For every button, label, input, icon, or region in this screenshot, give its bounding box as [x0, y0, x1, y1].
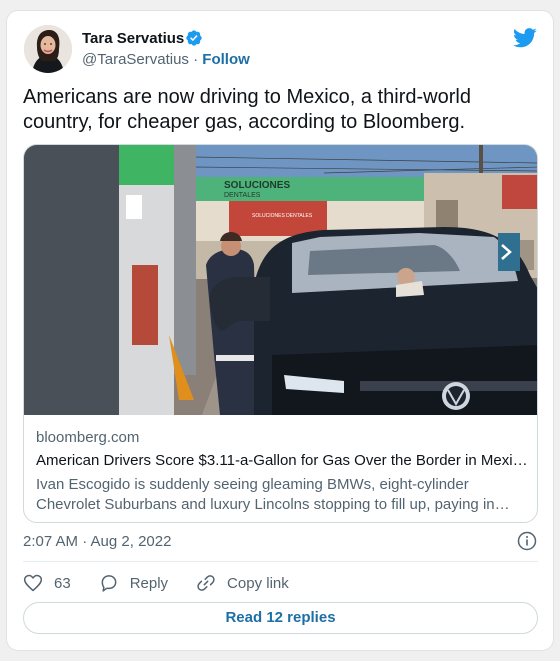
tweet-text: Americans are now driving to Mexico, a t… [23, 86, 471, 133]
reply-icon [101, 575, 117, 592]
photo-sign-text: SOLUCIONES [224, 180, 290, 191]
author-avatar[interactable] [24, 25, 72, 73]
photo-small-sign: SOLUCIONES DENTALES [252, 213, 313, 219]
tweet-card: Tara Servatius @TaraServatius · Follow A… [6, 10, 554, 651]
link-icon [197, 575, 215, 591]
info-icon[interactable] [517, 531, 537, 551]
link-domain: bloomberg.com [36, 429, 140, 446]
link-info: bloomberg.com American Drivers Score $3.… [36, 428, 528, 515]
author-name[interactable]: Tara Servatius [82, 30, 184, 47]
link-description: Ivan Escogido is suddenly seeing gleamin… [36, 476, 495, 513]
author-handle[interactable]: @TaraServatius [82, 51, 189, 68]
like-button[interactable]: 63 [23, 573, 71, 593]
read-replies-button[interactable]: Read 12 replies [23, 602, 538, 634]
copy-link-label: Copy link [227, 574, 289, 592]
divider-top [23, 561, 538, 562]
tweet-timestamp[interactable]: 2:07 AM · Aug 2, 2022 [23, 533, 171, 550]
reply-button[interactable]: Reply [99, 573, 168, 593]
photo-sign-subtext: DENTALES [224, 192, 261, 199]
verified-badge-icon [186, 30, 202, 46]
copy-link-button[interactable]: Copy link [196, 573, 289, 593]
like-count: 63 [54, 574, 71, 592]
follow-link[interactable]: Follow [202, 51, 250, 68]
reply-label: Reply [129, 574, 169, 592]
meta-separator: · [188, 51, 203, 68]
link-title[interactable]: American Drivers Score $3.11-a-Gallon fo… [36, 451, 528, 471]
author-meta: @TaraServatius · Follow [82, 51, 250, 68]
article-photo: SOLUCIONES DENTALES SOLUCIONES DENTALES [24, 145, 537, 415]
heart-icon [23, 574, 43, 592]
tweet-actions: 63 Reply Copy link [23, 571, 317, 595]
link-preview-card[interactable]: SOLUCIONES DENTALES SOLUCIONES DENTALES [23, 144, 538, 523]
twitter-bird-icon[interactable] [513, 28, 537, 48]
